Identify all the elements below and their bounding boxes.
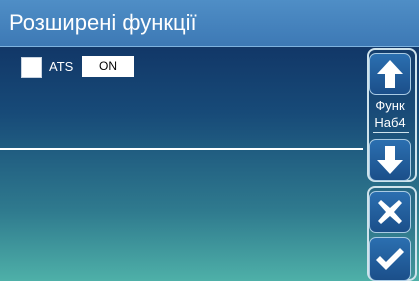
title-bar: Розширені функції [0,0,419,47]
cancel-button[interactable] [369,191,411,233]
confirm-button[interactable] [369,237,411,281]
page-label-separator [373,132,409,133]
close-icon [378,200,402,224]
arrow-down-icon [377,146,403,174]
page-title: Розширені функції [9,10,197,35]
page-up-button[interactable] [369,53,411,95]
checkmark-icon [376,248,404,270]
ats-checkbox[interactable] [21,57,42,78]
page-label-line1: Функ [375,98,405,113]
page-label: Функ Наб4 [366,97,414,131]
page-down-button[interactable] [369,139,411,181]
ats-value-field[interactable]: ON [82,56,134,77]
arrow-up-icon [377,60,403,88]
page-label-line2: Наб4 [374,115,406,130]
screen: Розширені функції ATS ON Функ Наб4 [0,0,419,281]
divider [0,148,363,150]
ats-label: ATS [49,59,74,74]
